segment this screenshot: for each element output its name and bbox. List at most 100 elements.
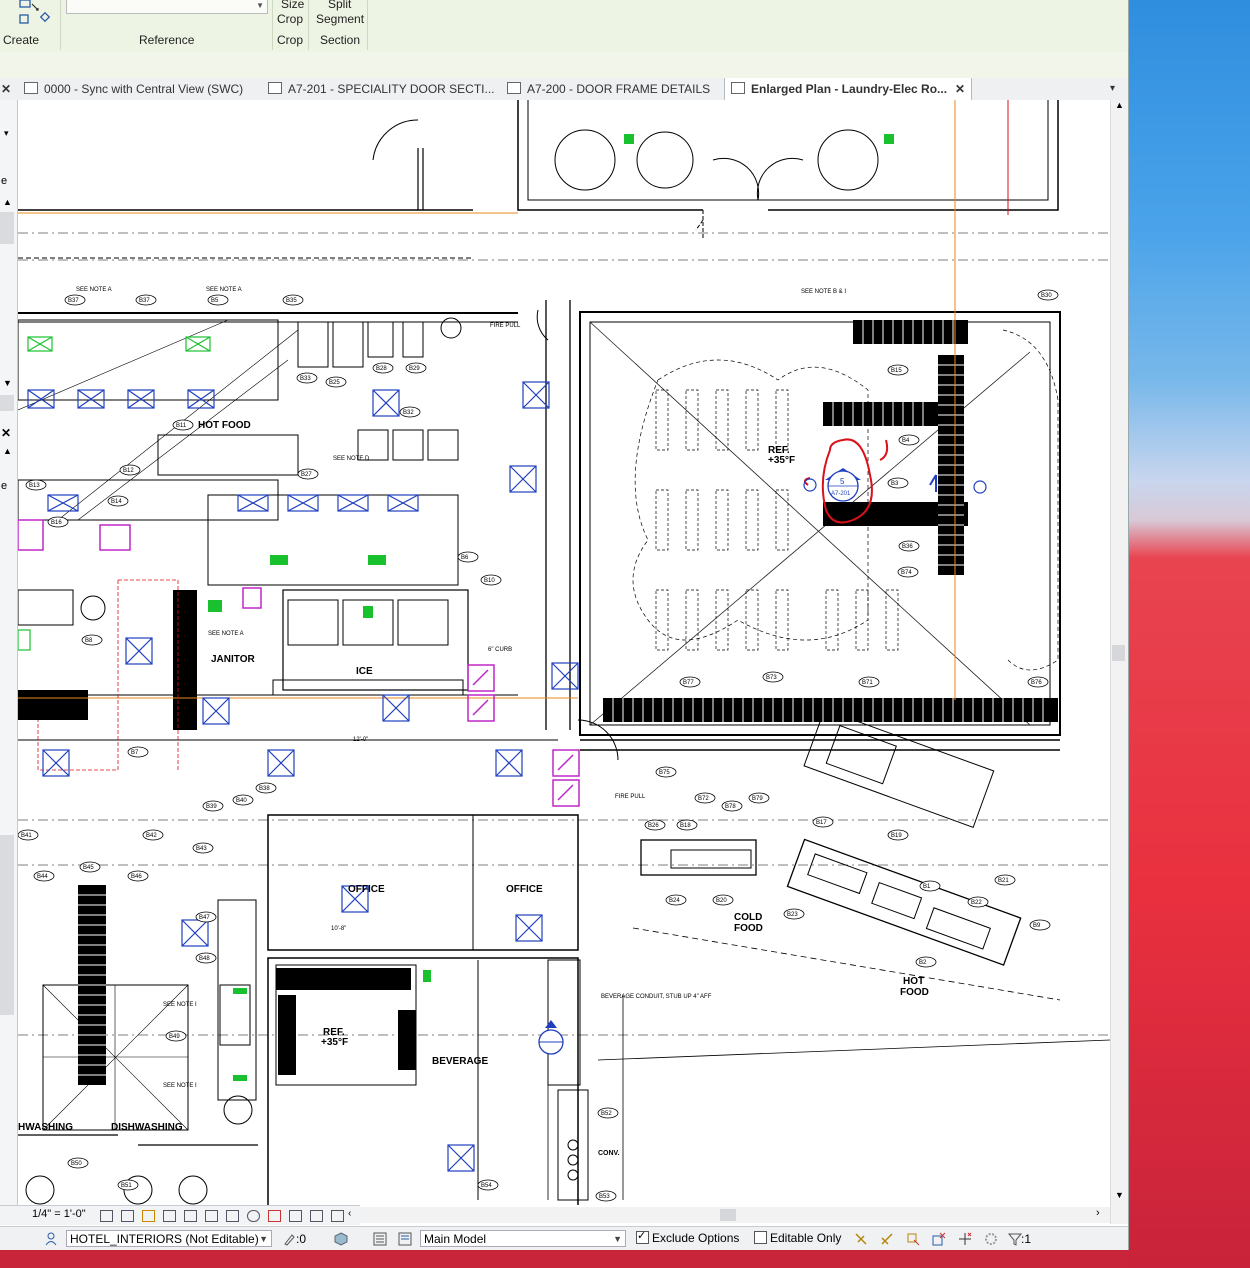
panel-scrollbar-thumb[interactable] — [0, 835, 14, 1015]
select-links-icon[interactable] — [854, 1232, 867, 1245]
filter-icon[interactable] — [1007, 1232, 1023, 1246]
equipment-tag[interactable]: B72 — [698, 796, 709, 802]
detail-level-icon[interactable] — [100, 1210, 113, 1222]
equipment-tag[interactable]: B26 — [648, 823, 659, 829]
drag-elements-icon[interactable] — [958, 1232, 972, 1245]
equipment-tag[interactable]: B37 — [139, 298, 150, 304]
equipment-tag[interactable]: B73 — [766, 675, 777, 681]
scroll-up-icon[interactable]: ▲ — [3, 197, 12, 207]
tab-sync-central[interactable]: 0000 - Sync with Central View (SWC) — [24, 78, 243, 100]
equipment-tag[interactable]: B18 — [680, 823, 691, 829]
view-scale[interactable]: 1/4" = 1'-0" — [32, 1208, 86, 1220]
equipment-tag[interactable]: B7 — [131, 750, 139, 756]
equipment-tag[interactable]: B5 — [211, 298, 219, 304]
equipment-tag[interactable]: B15 — [891, 368, 902, 374]
equipment-tag[interactable]: B75 — [659, 770, 670, 776]
equipment-tag[interactable]: B12 — [123, 468, 134, 474]
design-option-list-icon[interactable] — [398, 1232, 412, 1246]
equipment-tag[interactable]: B3 — [891, 481, 899, 487]
temporary-hide-icon[interactable] — [226, 1210, 239, 1222]
tab-menu-icon[interactable]: ▾ — [1110, 78, 1115, 100]
show-crop-icon[interactable] — [205, 1210, 218, 1222]
equipment-tag[interactable]: B47 — [199, 915, 210, 921]
equipment-tag[interactable]: B79 — [752, 796, 763, 802]
editing-requests-icon[interactable] — [282, 1232, 295, 1246]
equipment-tag[interactable]: B24 — [669, 898, 680, 904]
equipment-tag[interactable]: B46 — [131, 874, 142, 880]
equipment-tag[interactable]: B28 — [376, 366, 387, 372]
split-label[interactable]: Split — [328, 0, 351, 11]
background-process-icon[interactable] — [984, 1232, 997, 1245]
tab-a7-200[interactable]: A7-200 - DOOR FRAME DETAILS — [507, 78, 710, 100]
equipment-tag[interactable]: B6 — [461, 555, 469, 561]
equipment-tag[interactable]: B27 — [301, 472, 312, 478]
equipment-tag[interactable]: B52 — [601, 1111, 612, 1117]
equipment-tag[interactable]: B43 — [196, 846, 207, 852]
equipment-tag[interactable]: B35 — [286, 298, 297, 304]
equipment-tag[interactable]: B4 — [902, 438, 910, 444]
scroll-up-icon[interactable]: ▲ — [3, 446, 12, 456]
equipment-tag[interactable]: B37 — [68, 298, 79, 304]
equipment-tag[interactable]: B29 — [409, 366, 420, 372]
scroll-down-icon[interactable]: ▼ — [3, 378, 12, 388]
scroll-right-icon[interactable]: › — [1096, 1207, 1100, 1219]
equipment-tag[interactable]: B74 — [901, 570, 912, 576]
create-label[interactable]: Create — [3, 33, 39, 47]
equipment-tag[interactable]: B14 — [111, 499, 122, 505]
select-underlay-icon[interactable] — [880, 1232, 893, 1245]
equipment-tag[interactable]: B42 — [146, 833, 157, 839]
shadows-icon[interactable] — [163, 1210, 176, 1222]
equipment-tag[interactable]: B54 — [481, 1183, 492, 1189]
equipment-tag[interactable]: B78 — [725, 804, 736, 810]
create-view-icon[interactable] — [14, 0, 54, 28]
split-segment-button[interactable]: Segment — [316, 12, 364, 26]
equipment-tag[interactable]: B21 — [998, 878, 1009, 884]
collapse-arrow-icon[interactable]: ▾ — [4, 128, 9, 139]
crop-view-icon[interactable] — [184, 1210, 197, 1222]
vertical-scroll-thumb[interactable] — [1112, 645, 1125, 661]
tab-a7-201[interactable]: A7-201 - SPECIALITY DOOR SECTI... — [268, 78, 495, 100]
worksets-icon[interactable] — [44, 1232, 57, 1246]
equipment-tag[interactable]: B17 — [816, 820, 827, 826]
rotate-handle-icon[interactable] — [803, 478, 817, 492]
analytical-model-icon[interactable] — [268, 1210, 281, 1222]
equipment-tag[interactable]: B38 — [259, 786, 270, 792]
equipment-tag[interactable]: B13 — [29, 483, 40, 489]
equipment-tag[interactable]: B1 — [923, 884, 931, 890]
select-by-face-icon[interactable] — [932, 1232, 946, 1246]
worksharing-display-icon[interactable] — [331, 1210, 344, 1222]
design-options-icon[interactable] — [334, 1232, 348, 1246]
scroll-up-icon[interactable]: ▲ — [1115, 100, 1124, 110]
size-crop-button[interactable]: Crop — [277, 12, 303, 26]
tab-enlarged-plan[interactable]: Enlarged Plan - Laundry-Elec Ro... ✕ — [724, 78, 973, 101]
equipment-tag[interactable]: B39 — [206, 804, 217, 810]
scroll-down-icon[interactable]: ▼ — [1115, 1190, 1124, 1200]
drawing-canvas[interactable]: 5 A7-201 HOT FOOD JANITOR ICE REF. +35°F… — [18, 100, 1110, 1205]
equipment-tag[interactable]: B11 — [176, 423, 187, 429]
equipment-tag[interactable]: B36 — [902, 544, 913, 550]
close-panel-icon[interactable]: ✕ — [1, 426, 11, 440]
vertical-scrollbar[interactable]: ▲ ▼ — [1110, 100, 1128, 1224]
equipment-tag[interactable]: B32 — [403, 410, 414, 416]
exclude-options-checkbox[interactable]: Exclude Options — [636, 1229, 739, 1245]
equipment-tag[interactable]: B2 — [919, 960, 927, 966]
equipment-tag[interactable]: B22 — [971, 900, 982, 906]
close-tab-icon[interactable]: ✕ — [955, 78, 965, 100]
select-pinned-icon[interactable] — [906, 1232, 920, 1246]
close-icon[interactable]: ✕ — [1, 78, 11, 100]
equipment-tag[interactable]: B41 — [21, 833, 32, 839]
floor-plan[interactable]: 5 A7-201 HOT FOOD JANITOR ICE REF. +35°F… — [18, 100, 1110, 1205]
equipment-tag[interactable]: B45 — [83, 865, 94, 871]
equipment-tag[interactable]: B50 — [71, 1161, 82, 1167]
panel-scrollbar-thumb[interactable] — [0, 395, 14, 411]
chevron-left-icon[interactable]: ‹ — [348, 1208, 351, 1219]
workset-dropdown[interactable]: HOTEL_INTERIORS (Not Editable) ▼ — [66, 1230, 272, 1247]
equipment-tag[interactable]: B71 — [862, 680, 873, 686]
rotate-handle-icon[interactable] — [973, 480, 987, 494]
equipment-tag[interactable]: B44 — [37, 874, 48, 880]
equipment-tag[interactable]: B40 — [236, 798, 247, 804]
equipment-tag[interactable]: B25 — [329, 380, 340, 386]
design-option-dropdown[interactable]: Main Model ▼ — [420, 1230, 626, 1247]
highlight-displacement-icon[interactable] — [289, 1210, 302, 1222]
equipment-tag[interactable]: B19 — [891, 833, 902, 839]
